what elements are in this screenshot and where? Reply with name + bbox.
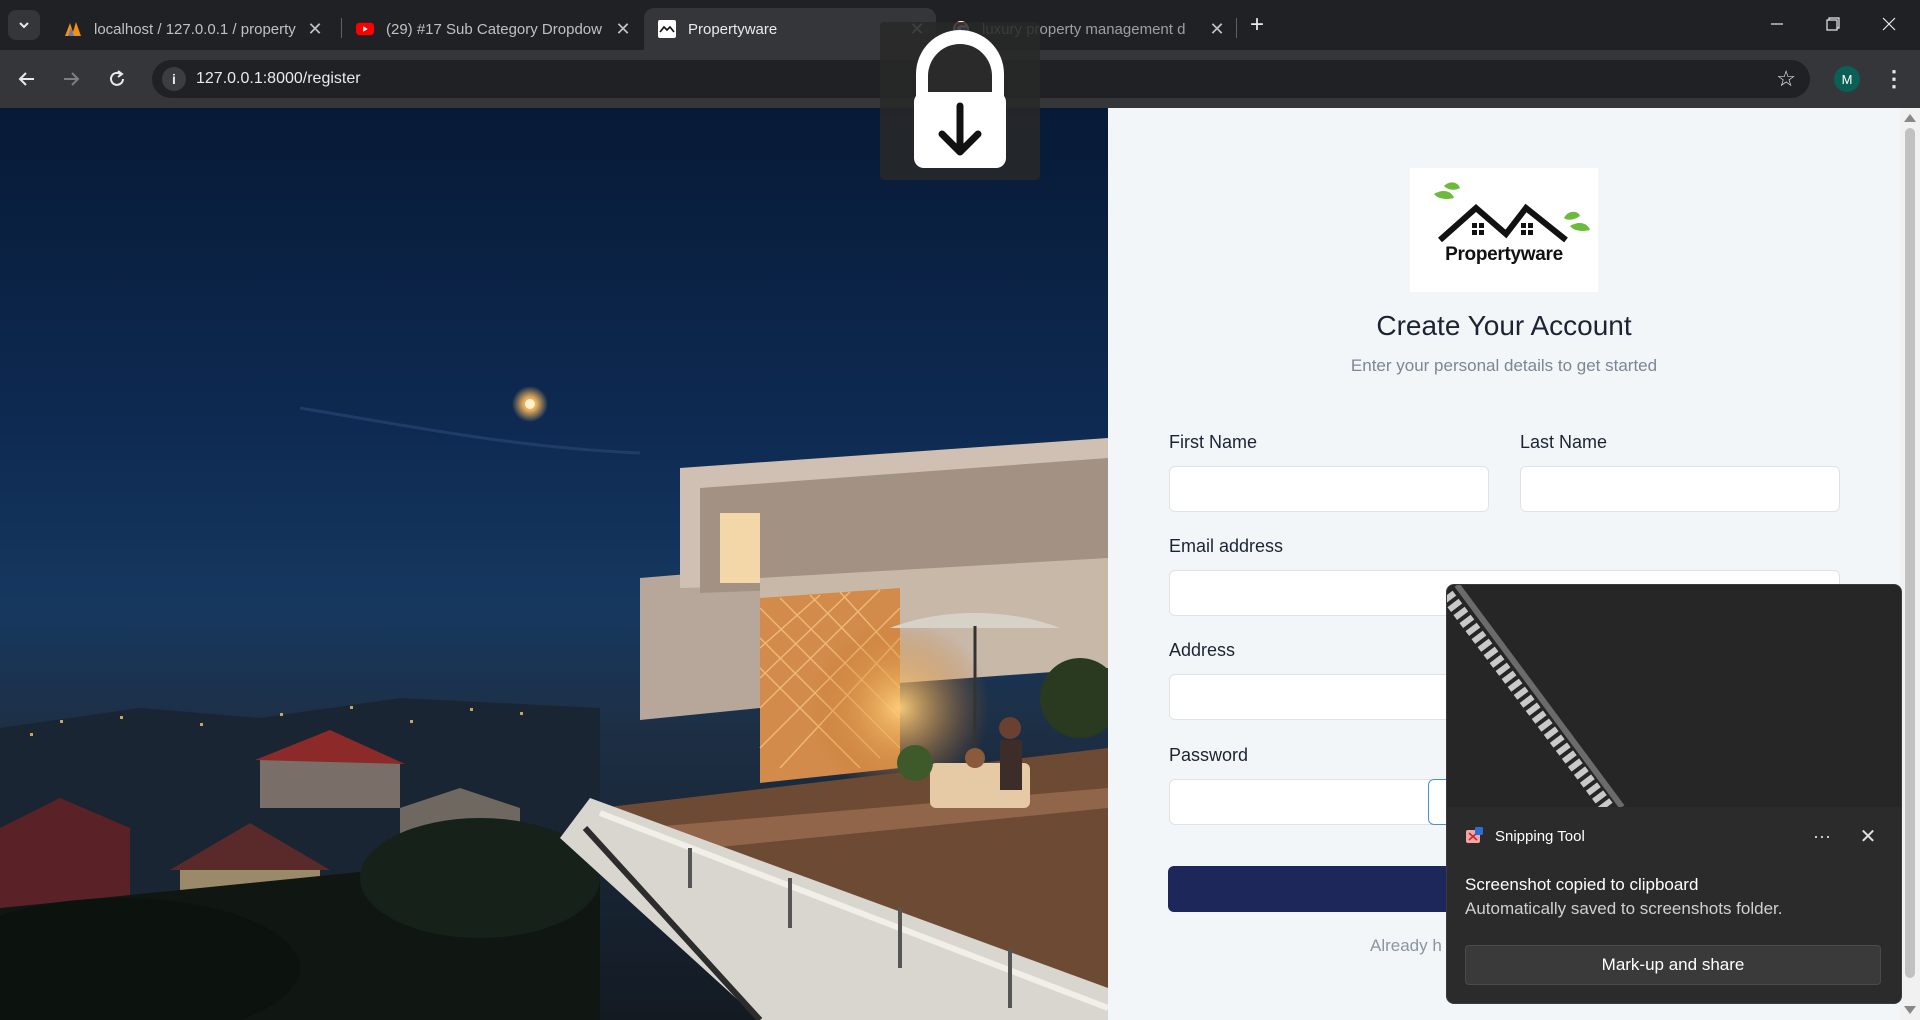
toast-title: Screenshot copied to clipboard — [1465, 875, 1699, 894]
snipping-tool-icon — [1465, 827, 1483, 845]
scroll-down-arrow-icon[interactable] — [1904, 1006, 1916, 1014]
last-name-input[interactable] — [1520, 466, 1840, 512]
download-icon — [914, 30, 1006, 168]
tab-search-button[interactable] — [8, 10, 40, 40]
tab-title: Propertyware — [688, 20, 778, 38]
forward-button[interactable] — [54, 62, 88, 96]
house-roof-icon — [1434, 182, 1590, 243]
logo-wordmark: Propertyware — [1445, 244, 1563, 265]
restore-icon — [1826, 17, 1840, 31]
minimize-icon — [1771, 23, 1783, 25]
close-window-button[interactable] — [1862, 8, 1916, 40]
page-scrollbar[interactable] — [1900, 108, 1920, 1020]
toast-app-name: Snipping Tool — [1495, 827, 1585, 845]
markup-and-share-button[interactable]: Mark-up and share — [1465, 945, 1881, 985]
tab-title: localhost / 127.0.0.1 / property — [94, 20, 296, 38]
page-subtitle: Enter your personal details to get start… — [1350, 356, 1658, 375]
snipping-tool-notification[interactable]: Snipping Tool ··· ✕ Screenshot copied to… — [1446, 584, 1902, 1004]
scroll-up-arrow-icon[interactable] — [1904, 114, 1916, 122]
browser-menu-icon[interactable]: ⋮ — [1880, 62, 1908, 96]
propertyware-favicon — [658, 20, 676, 38]
tab-title: (29) #17 Sub Category Dropdow — [386, 20, 602, 38]
restore-button[interactable] — [1806, 8, 1860, 40]
first-name-label: First Name — [1169, 432, 1258, 452]
screenshot-preview[interactable] — [1447, 585, 1901, 807]
tab-youtube[interactable]: (29) #17 Sub Category Dropdow ✕ — [342, 8, 642, 50]
tab-divider — [1236, 18, 1237, 38]
url-text[interactable]: 127.0.0.1:8000/register — [196, 70, 361, 88]
first-name-input[interactable] — [1169, 466, 1489, 512]
chevron-down-icon — [19, 22, 29, 29]
download-indicator[interactable] — [880, 22, 1040, 180]
close-icon — [1882, 17, 1896, 31]
email-label: Email address — [1169, 536, 1284, 556]
close-tab-icon[interactable]: ✕ — [304, 18, 326, 40]
page-title: Create Your Account — [1376, 310, 1632, 341]
site-info-icon[interactable]: i — [162, 67, 186, 91]
password-label: Password — [1169, 745, 1249, 765]
arrow-left-icon — [18, 72, 34, 86]
more-options-icon[interactable]: ··· — [1807, 821, 1837, 851]
propertyware-logo: Propertyware — [1410, 168, 1598, 292]
reload-button[interactable] — [100, 62, 134, 96]
reload-icon — [110, 70, 124, 86]
arrow-right-icon — [64, 72, 80, 86]
address-label: Address — [1169, 640, 1236, 660]
hero-image — [0, 108, 1108, 1020]
minimize-button[interactable] — [1750, 8, 1804, 40]
new-tab-button[interactable]: + — [1244, 11, 1270, 38]
youtube-icon — [356, 20, 374, 38]
toast-app-header: Snipping Tool — [1465, 827, 1585, 845]
toast-body: Automatically saved to screenshots folde… — [1465, 899, 1783, 918]
login-prompt-text: Already h — [1370, 936, 1442, 955]
bookmark-star-icon[interactable]: ☆ — [1776, 66, 1796, 92]
last-name-label: Last Name — [1520, 432, 1608, 452]
close-tab-icon[interactable]: ✕ — [612, 18, 634, 40]
close-tab-icon[interactable]: ✕ — [1206, 18, 1228, 40]
profile-avatar[interactable]: M — [1834, 66, 1860, 92]
back-button[interactable] — [10, 62, 44, 96]
close-icon[interactable]: ✕ — [1853, 821, 1883, 851]
tab-phpmyadmin[interactable]: localhost / 127.0.0.1 / property ✕ — [50, 8, 334, 50]
scrollbar-thumb[interactable] — [1905, 128, 1915, 978]
phpmyadmin-icon — [64, 20, 82, 38]
